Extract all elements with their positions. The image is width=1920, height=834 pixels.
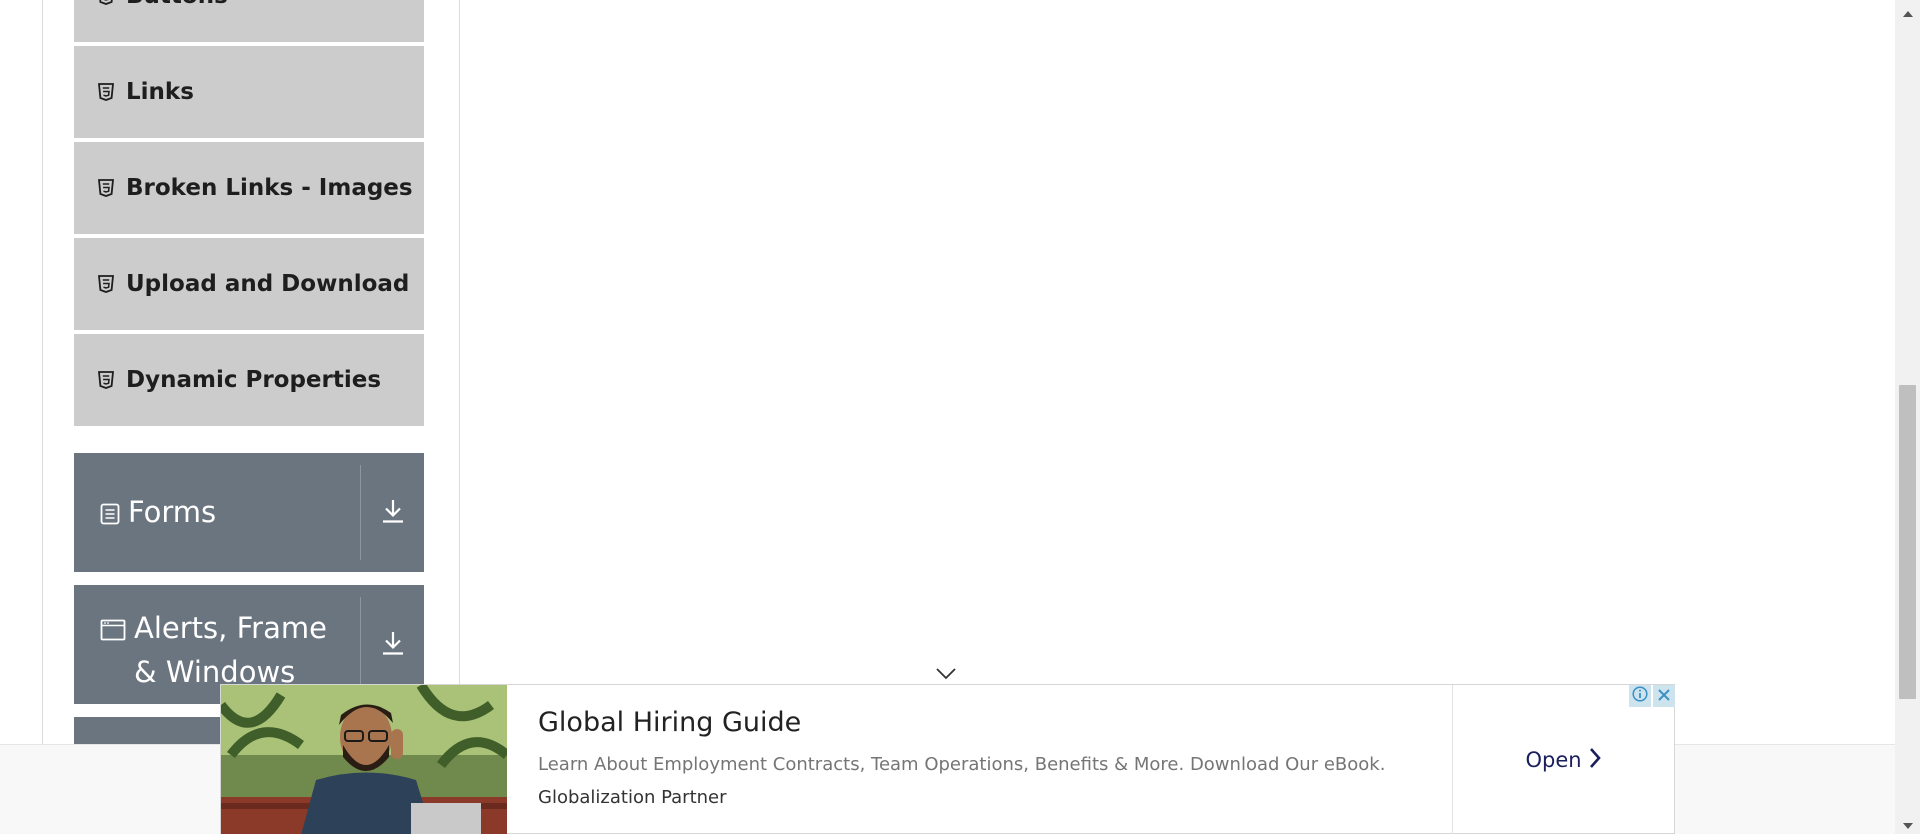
html5-icon <box>98 83 114 101</box>
ad-description: Learn About Employment Contracts, Team O… <box>538 754 1386 775</box>
scroll-down-button[interactable] <box>1895 812 1920 834</box>
download-icon <box>381 630 405 660</box>
html5-icon <box>98 275 114 293</box>
menu-item-label: Links <box>126 79 194 105</box>
ad-banner[interactable]: Global Hiring Guide Learn About Employme… <box>220 684 1675 834</box>
group-header-title: Forms <box>74 453 360 572</box>
group-header-label: Alerts, Frame & Windows <box>134 611 327 689</box>
ad-open-label: Open <box>1525 748 1582 772</box>
ad-source: Globalization Partner <box>538 787 727 808</box>
collapse-ad-button[interactable] <box>935 666 957 685</box>
chevron-down-icon <box>935 666 957 685</box>
menu-item-links[interactable]: Links <box>74 46 424 140</box>
menu-item-upload-download[interactable]: Upload and Download <box>74 238 424 332</box>
download-icon <box>381 498 405 528</box>
triangle-up-icon <box>1902 2 1913 21</box>
menu-item-buttons[interactable]: Buttons <box>74 0 424 44</box>
menu-item-dynamic-properties[interactable]: Dynamic Properties <box>74 334 424 428</box>
group-header-forms[interactable]: Forms <box>74 453 424 572</box>
menu-item-label: Broken Links - Images <box>126 175 413 201</box>
ad-title[interactable]: Global Hiring Guide <box>538 707 801 738</box>
expand-forms-button[interactable] <box>361 453 424 572</box>
ad-image[interactable] <box>221 685 507 834</box>
scrollbar-thumb[interactable] <box>1899 385 1916 699</box>
scroll-up-button[interactable] <box>1895 0 1920 22</box>
ad-open-button[interactable]: Open <box>1453 685 1674 834</box>
menu-item-label: Upload and Download <box>126 271 410 297</box>
triangle-down-icon <box>1902 814 1913 833</box>
chevron-right-icon <box>1588 747 1602 773</box>
html5-icon <box>98 179 114 197</box>
menu-item-broken-links[interactable]: Broken Links - Images <box>74 142 424 236</box>
window-icon <box>100 619 126 641</box>
document-icon <box>100 503 120 525</box>
menu-item-label: Buttons <box>126 0 228 9</box>
menu-item-label: Dynamic Properties <box>126 367 382 393</box>
group-header-label: Forms <box>128 495 217 529</box>
html5-icon <box>98 371 114 389</box>
ad-info-button[interactable] <box>1629 685 1651 707</box>
page-scrollbar[interactable] <box>1895 0 1920 834</box>
info-icon <box>1632 686 1648 706</box>
page: Buttons Links Broken Links - Images Uplo… <box>0 0 1920 834</box>
close-icon <box>1657 687 1671 706</box>
ad-close-button[interactable] <box>1653 685 1675 707</box>
html5-icon <box>98 0 114 5</box>
left-panel-border <box>42 0 43 834</box>
